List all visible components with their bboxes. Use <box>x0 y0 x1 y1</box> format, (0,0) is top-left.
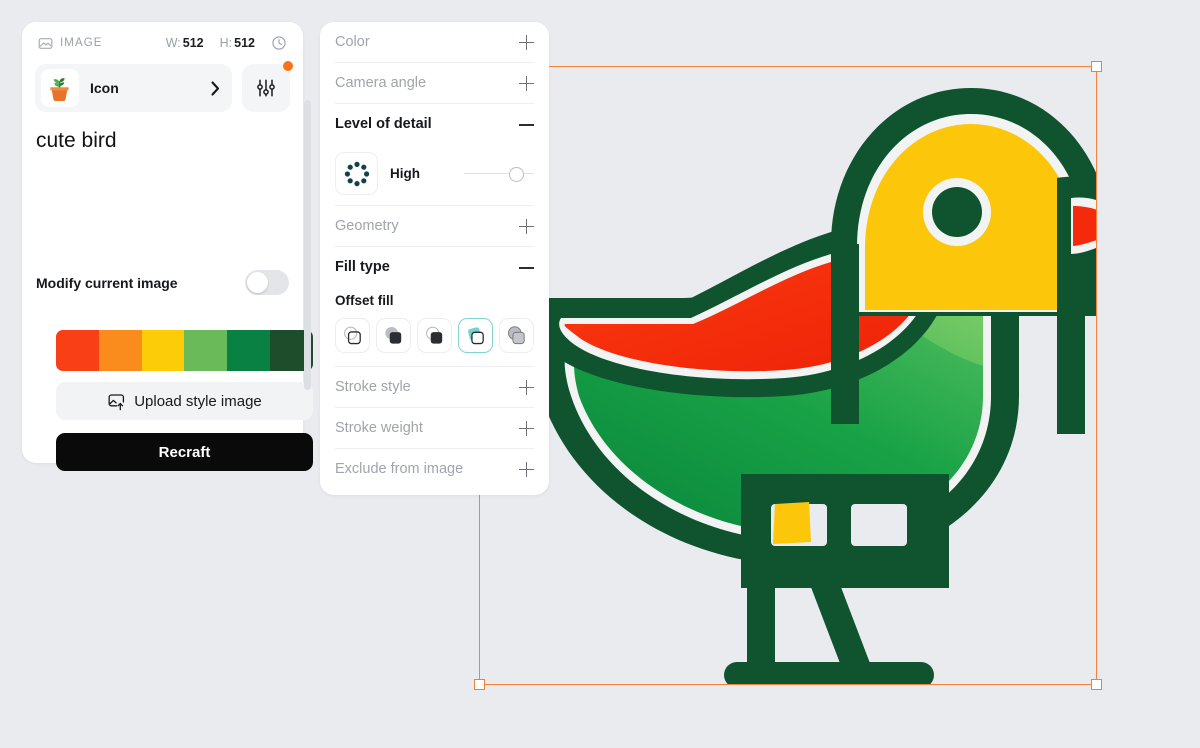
section-camera-angle-label: Camera angle <box>335 75 427 91</box>
palette-swatch-1[interactable] <box>98 330 142 371</box>
upload-style-image-label: Upload style image <box>134 392 262 410</box>
style-attributes-panel: Color Camera angle Level of detail High … <box>320 22 549 495</box>
fill-swatch-solid-offset-fill[interactable] <box>376 318 411 353</box>
offset-fill-icon <box>467 326 484 344</box>
selection-box[interactable] <box>474 61 1102 690</box>
plus-icon <box>519 379 534 395</box>
chevron-right-icon <box>211 80 220 96</box>
minus-icon <box>519 260 534 275</box>
height-value: 512 <box>234 36 255 50</box>
fill-swatch-shadow-offset-fill[interactable] <box>499 318 534 353</box>
selection-handle-bottom-right[interactable] <box>1091 679 1102 690</box>
app-root: IMAGE W: 512 H: 512 Icon cute bird Modif… <box>0 0 1200 748</box>
width-prefix: W: <box>165 36 181 50</box>
fill-type-swatches <box>335 318 534 353</box>
width-readout: W: 512 <box>166 36 204 50</box>
level-of-detail-value: High <box>390 166 420 181</box>
level-of-detail-thumbnail[interactable] <box>335 152 378 195</box>
selection-handle-top-right[interactable] <box>1091 61 1102 72</box>
dotted-circle-icon <box>344 161 369 186</box>
image-icon <box>38 37 53 49</box>
palette-swatch-3[interactable] <box>184 330 228 371</box>
clock-icon[interactable] <box>271 35 287 51</box>
level-of-detail-slider[interactable] <box>464 166 534 182</box>
palette-swatch-2[interactable] <box>141 330 185 371</box>
sliders-icon <box>257 79 275 97</box>
section-level-of-detail[interactable]: Level of detail <box>335 104 534 144</box>
recraft-label: Recraft <box>158 443 211 461</box>
height-readout: H: 512 <box>220 36 255 50</box>
section-camera-angle[interactable]: Camera angle <box>335 63 534 104</box>
palette-swatch-4[interactable] <box>227 330 271 371</box>
height-prefix: H: <box>219 36 233 50</box>
style-name: Icon <box>90 80 119 96</box>
settings-button[interactable] <box>242 61 293 112</box>
panel-header: IMAGE W: 512 H: 512 <box>22 22 303 52</box>
panel-kind-label: IMAGE <box>60 37 103 49</box>
shadow-offset-fill-icon <box>507 325 525 344</box>
slider-knob[interactable] <box>509 166 525 182</box>
upload-style-image-button[interactable]: Upload style image <box>56 382 313 420</box>
plus-icon <box>519 420 534 436</box>
style-selector[interactable]: Icon <box>35 64 232 112</box>
section-geometry-label: Geometry <box>335 218 399 234</box>
toggle-knob <box>247 272 268 293</box>
plus-icon <box>519 34 534 50</box>
plus-icon <box>519 218 534 234</box>
potted-plant-icon <box>50 78 69 101</box>
fill-swatch-outline-fill[interactable] <box>335 318 370 353</box>
minus-icon <box>519 117 534 132</box>
image-upload-icon <box>108 393 125 410</box>
style-row: Icon <box>22 52 303 112</box>
section-exclude-from-image[interactable]: Exclude from image <box>335 449 534 489</box>
section-stroke-style[interactable]: Stroke style <box>335 367 534 408</box>
section-color[interactable]: Color <box>335 22 534 63</box>
section-geometry[interactable]: Geometry <box>335 206 534 247</box>
modify-current-image-toggle[interactable] <box>245 270 289 295</box>
section-stroke-style-label: Stroke style <box>335 379 411 395</box>
fill-type-subheading: Offset fill <box>335 293 394 308</box>
outline-fill-icon <box>343 326 361 344</box>
style-thumbnail <box>41 69 79 107</box>
selection-handle-bottom-left[interactable] <box>474 679 485 690</box>
half-offset-fill-icon <box>425 326 442 344</box>
width-value: 512 <box>182 36 204 50</box>
section-color-label: Color <box>335 34 370 50</box>
fill-swatch-offset-fill[interactable] <box>458 318 493 353</box>
section-stroke-weight[interactable]: Stroke weight <box>335 408 534 449</box>
solid-offset-fill-icon <box>384 326 401 344</box>
image-settings-panel: IMAGE W: 512 H: 512 Icon cute bird Modif… <box>22 22 313 471</box>
prompt-text[interactable]: cute bird <box>22 112 303 153</box>
plus-icon <box>519 461 534 477</box>
section-fill-type[interactable]: Fill type <box>335 247 534 287</box>
section-fill-type-label: Fill type <box>335 259 390 275</box>
section-level-of-detail-label: Level of detail <box>335 116 432 132</box>
style-color-palette[interactable] <box>56 330 313 371</box>
palette-swatch-0[interactable] <box>56 330 99 371</box>
left-panel-scrollbar[interactable] <box>304 100 311 390</box>
modify-current-image-row: Modify current image <box>22 270 303 295</box>
plus-icon <box>519 75 534 91</box>
recraft-button[interactable]: Recraft <box>56 433 313 471</box>
modify-current-image-label: Modify current image <box>36 274 178 291</box>
settings-notification-dot <box>283 61 293 71</box>
fill-swatch-half-offset-fill[interactable] <box>417 318 452 353</box>
section-exclude-from-image-label: Exclude from image <box>335 461 464 477</box>
section-stroke-weight-label: Stroke weight <box>335 420 423 436</box>
level-of-detail-body: High <box>335 144 534 206</box>
